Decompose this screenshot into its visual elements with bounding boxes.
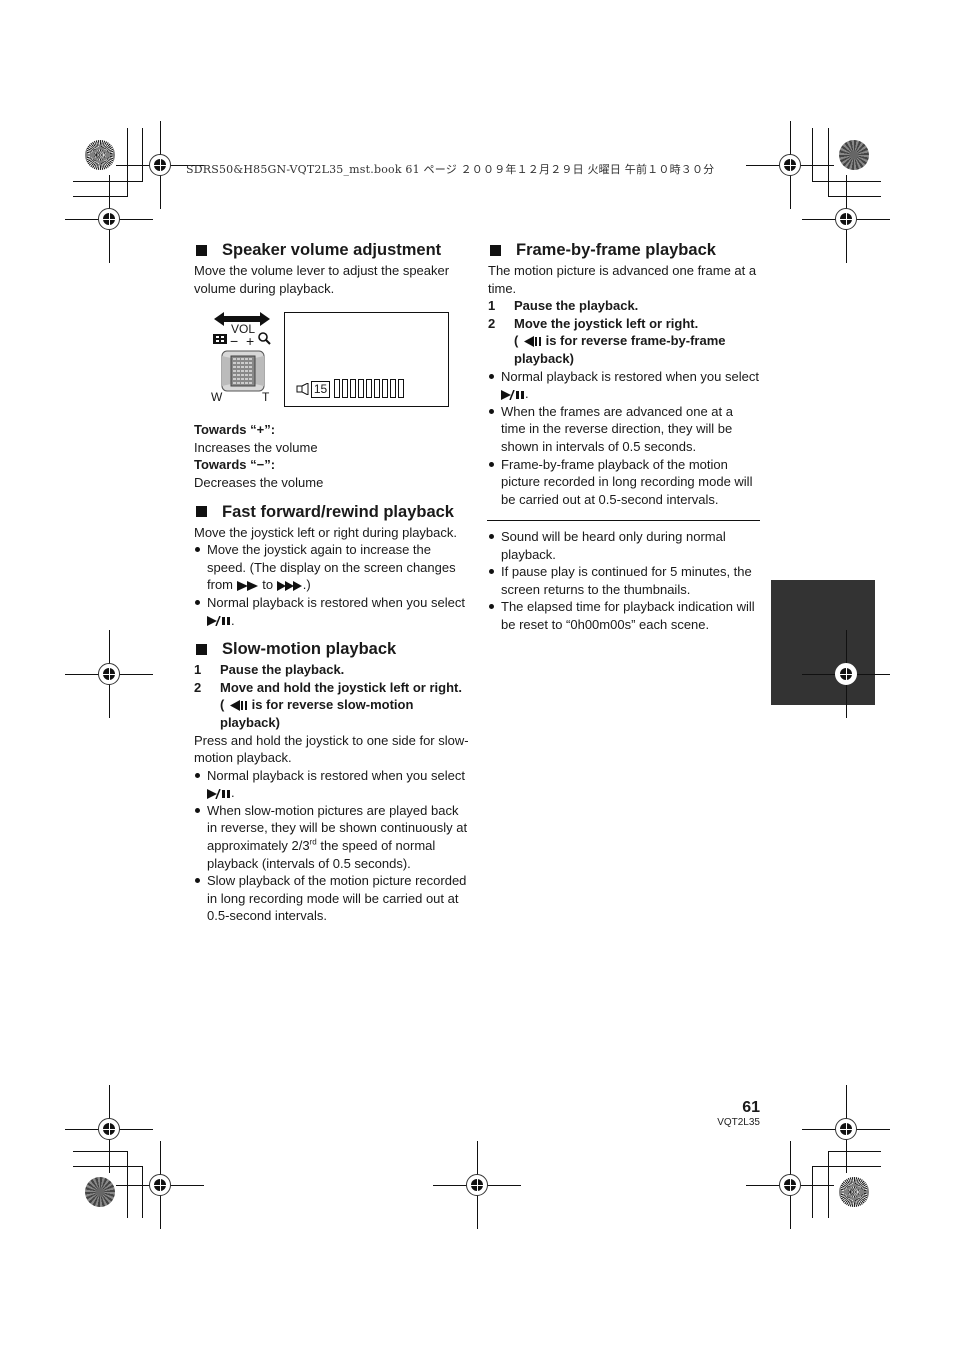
fast-forward-icon [236, 580, 258, 591]
bullet-item: Slow playback of the motion picture reco… [194, 872, 469, 925]
towards-minus-text: Decreases the volume [194, 474, 324, 490]
slow-motion-intro: Press and hold the joystick to one side … [194, 732, 469, 766]
registration-mark-icon [802, 1085, 890, 1173]
print-header: SDRS50&H85GN-VQT2L35_mst.book 61 ページ ２００… [186, 163, 715, 176]
registration-mark-icon [746, 1141, 834, 1229]
bullet-dot-icon [194, 872, 207, 925]
square-bullet-icon [196, 643, 207, 655]
volume-bar-segment [342, 379, 348, 398]
bullet-dot-icon [488, 563, 501, 598]
registration-mark-icon [65, 175, 153, 263]
volume-bar-segment [374, 379, 380, 398]
note-item: The elapsed time for playback indication… [488, 598, 760, 633]
speaker-intro: Move the volume lever to adjust the spea… [194, 263, 450, 296]
square-bullet-icon [490, 244, 501, 256]
step-item: 1 Pause the playback. [488, 298, 639, 314]
bullet-dot-icon [194, 767, 207, 802]
notes-list: Sound will be heard only during normal p… [488, 528, 760, 634]
bullet-dot-icon [194, 594, 207, 629]
towards-minus-label: Towards “−”: [194, 457, 276, 473]
section-title-slow-motion: Slow-motion playback [194, 639, 469, 659]
bullet-item: When the frames are advanced one at a ti… [488, 403, 760, 456]
reverse-slow-icon [229, 700, 247, 712]
registration-mark-icon [802, 175, 890, 263]
bullet-dot-icon [488, 456, 501, 509]
play-pause-icon [207, 616, 230, 627]
bullet-item: When slow-motion pictures are played bac… [194, 802, 469, 872]
note-item: Sound will be heard only during normal p… [488, 528, 760, 563]
registration-mark-icon [746, 121, 834, 209]
reverse-frame-icon [523, 336, 541, 348]
color-target-icon [839, 1177, 869, 1207]
registration-mark-icon [433, 1141, 521, 1229]
step-note: ( is for reverse slow-motion playback) [220, 697, 414, 730]
color-target-icon [85, 1177, 115, 1207]
page-number: 61 [742, 1099, 760, 1116]
speaker-icon [296, 383, 309, 395]
plus-label: + [246, 333, 255, 349]
bullet-dot-icon [488, 403, 501, 456]
registration-mark-icon [65, 630, 153, 718]
volume-bar-segment [334, 379, 340, 398]
model-code: VQT2L35 [717, 1117, 760, 1128]
bullet-dot-icon [488, 528, 501, 563]
bullet-dot-icon [194, 541, 207, 594]
volume-level: 15 [311, 381, 330, 398]
volume-bar-segment [358, 379, 364, 398]
bullet-item: Move the joystick again to increase the … [194, 541, 469, 594]
registration-mark-icon [116, 1141, 204, 1229]
note-item: If pause play is continued for 5 minutes… [488, 563, 760, 598]
step-item: 1 Pause the playback. [194, 662, 345, 678]
towards-plus-label: Towards “+”: [194, 422, 276, 438]
section-title-speaker-volume: Speaker volume adjustment [194, 240, 469, 260]
volume-bar-segment [390, 379, 396, 398]
registration-mark-icon [116, 121, 204, 209]
square-bullet-icon [196, 506, 207, 518]
bullet-item: Normal playback is restored when you sel… [194, 594, 469, 629]
volume-bar-segment [398, 379, 404, 398]
bullet-item: Normal playback is restored when you sel… [488, 368, 760, 403]
step-item: 2 Move the joystick left or right. [488, 315, 699, 331]
step-note: ( is for reverse frame-by-frame playback… [514, 333, 726, 366]
volume-bar-segment [382, 379, 388, 398]
section-title-fast-forward: Fast forward/rewind playback [194, 502, 469, 522]
volume-bar-segment [366, 379, 372, 398]
registration-mark-icon [802, 630, 890, 718]
frame-intro: The motion picture is advanced one frame… [488, 263, 757, 296]
section-tab [771, 580, 875, 705]
bullet-item: Normal playback is restored when you sel… [194, 767, 469, 802]
fast-forward-intro: Move the joystick left or right during p… [194, 524, 458, 540]
section-title-frame-by-frame: Frame-by-frame playback [488, 240, 760, 260]
volume-bar-segment [350, 379, 356, 398]
color-target-icon [85, 140, 115, 170]
bullet-dot-icon [194, 802, 207, 872]
t-label: T [262, 390, 270, 404]
zoom-magnifier-icon [258, 332, 271, 345]
color-target-icon [839, 140, 869, 170]
play-pause-icon [501, 389, 524, 400]
minus-label: − [230, 333, 239, 349]
notes-divider [487, 520, 760, 521]
zoom-lever-icon [221, 350, 265, 392]
lcd-screen: 15 [284, 312, 449, 407]
right-column: Frame-by-frame playback The motion pictu… [488, 240, 760, 508]
step-item: 2 Move and hold the joystick left or rig… [194, 679, 462, 695]
play-pause-icon [207, 788, 230, 799]
bullet-dot-icon [488, 368, 501, 403]
w-label: W [211, 390, 223, 404]
thumbnail-icon [213, 334, 227, 344]
bullet-dot-icon [488, 598, 501, 633]
faster-forward-icon [276, 580, 302, 591]
bullet-item: Frame-by-frame playback of the motion pi… [488, 456, 760, 509]
towards-plus-text: Increases the volume [194, 439, 318, 455]
registration-mark-icon [65, 1085, 153, 1173]
square-bullet-icon [196, 244, 207, 256]
volume-bar-meter [334, 379, 404, 398]
